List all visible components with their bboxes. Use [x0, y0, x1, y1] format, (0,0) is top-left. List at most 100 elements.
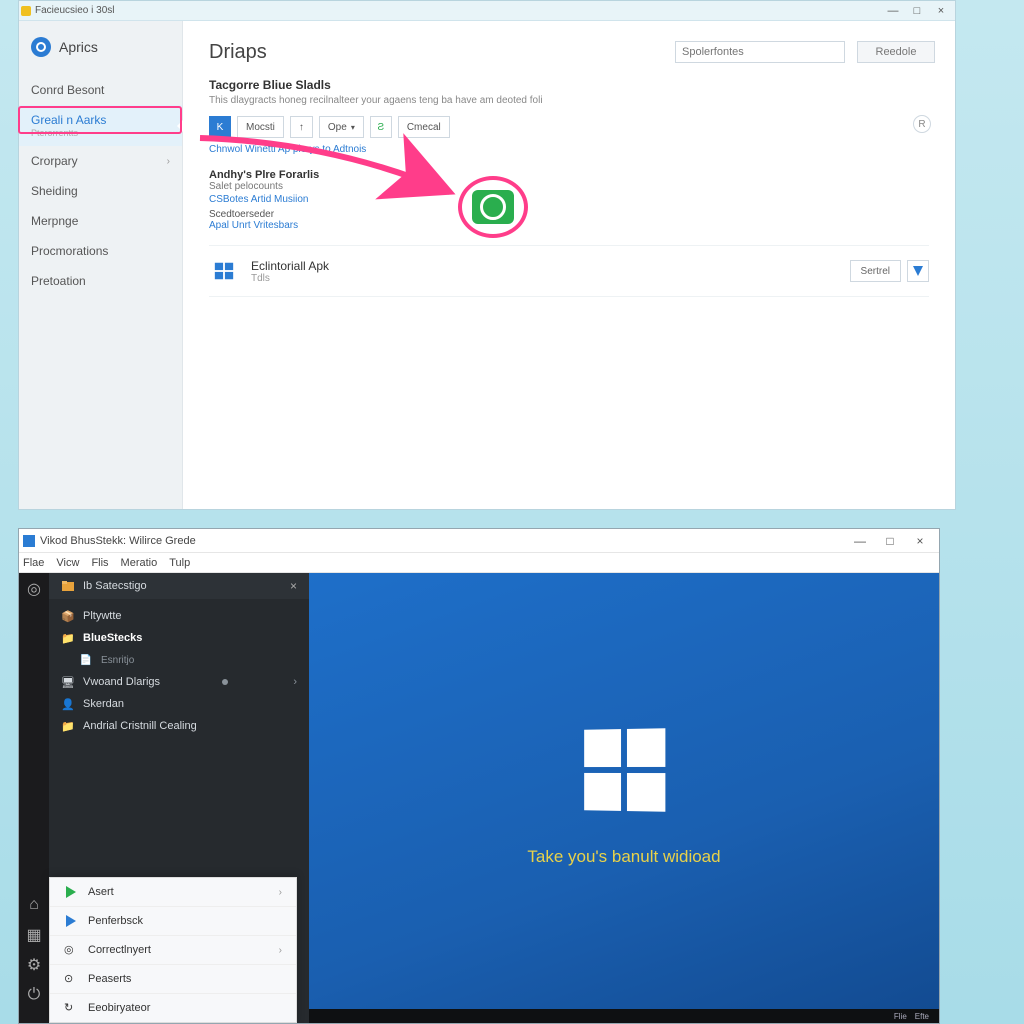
panel-tab[interactable]: Ib Satecstigo × [49, 573, 309, 599]
brand-name: Aprics [59, 39, 98, 55]
start-popup: Asert › Penferbsck ◎ Correctlnyert › ⊙ P… [49, 877, 297, 1023]
tree-item-android[interactable]: 📁 Andrial Cristnill Cealing [49, 715, 309, 737]
main-panel: Driaps Reedole Tacgorre Bliue Sladls Thi… [183, 21, 955, 509]
section-heading: Tacgorre Bliue Sladls [209, 78, 929, 92]
nav-item-0[interactable]: Conrd Besont [19, 75, 182, 105]
side-panel: Ib Satecstigo × 📦 Pltywtte 📁 BlueStecks … [49, 573, 309, 1023]
sub-heading: Andhy's Plre Forarlis [209, 169, 929, 181]
folder-icon2: 📁 [61, 719, 75, 733]
rail-home-icon[interactable]: ⌂ [26, 897, 42, 913]
nav-item-7[interactable]: Pretoation [19, 266, 182, 296]
tree-item-sub[interactable]: 📄 Esnritjo [49, 649, 309, 671]
line-salet: Salet pelocounts [209, 181, 929, 192]
task-text1: Flie [894, 1012, 907, 1021]
circle-icon: ⊙ [64, 972, 78, 986]
minimize-button2[interactable]: — [845, 531, 875, 551]
activity-rail: ◎ ⌂ ▦ ⚙ ⏻ [19, 573, 49, 1023]
chevron-right-icon: › [293, 676, 297, 688]
brand: Aprics [19, 33, 182, 75]
label-sced: Scedtoerseder [209, 209, 929, 220]
app-name: Eclintoriall Apk [251, 259, 329, 273]
section-subtitle: This dlaygracts honeg recilnalteer your … [209, 95, 929, 106]
person-icon: 👤 [61, 697, 75, 711]
info-badge[interactable]: R [913, 115, 931, 133]
start-item-4[interactable]: ↻ Eeobiryateor [50, 994, 296, 1022]
tool-up[interactable]: ↑ [290, 116, 313, 138]
tree-item-skerdan[interactable]: 👤 Skerdan [49, 693, 309, 715]
play-icon2 [64, 914, 78, 928]
chevron-right-icon: › [167, 156, 170, 167]
maximize-button2[interactable]: □ [875, 531, 905, 551]
target-icon: ◎ [64, 943, 78, 957]
tab-folder-icon [61, 579, 75, 593]
doc-icon: 📄 [79, 653, 93, 667]
toolbar: K Mocsti ↑ Ope▾ Ƨ Cmecal [209, 116, 929, 138]
tool-primary[interactable]: K [209, 116, 231, 138]
windows-logo-icon [584, 728, 665, 812]
chevron-right-icon: › [279, 945, 282, 956]
rail-grid-icon[interactable]: ▦ [26, 927, 42, 943]
close-button2[interactable]: × [905, 531, 935, 551]
nav-item-5[interactable]: Merpnge [19, 206, 182, 236]
start-item-2[interactable]: ◎ Correctlnyert › [50, 936, 296, 965]
nav-item-4[interactable]: Sheiding [19, 176, 182, 206]
emulator-window: Vikod BhusStekk: Wilirce Grede — □ × Fla… [18, 528, 940, 1024]
rail-power-icon[interactable]: ⏻ [26, 987, 42, 1003]
tree-item-vwoand[interactable]: 🖥 Vwoand Dlarigs › [49, 671, 309, 693]
search-input[interactable] [675, 41, 845, 63]
tab-label: Ib Satecstigo [83, 580, 147, 592]
start-item-3[interactable]: ⊙ Peaserts [50, 965, 296, 994]
minimize-button[interactable]: — [881, 3, 905, 19]
tab-close-icon[interactable]: × [290, 579, 297, 593]
maximize-button[interactable]: □ [905, 3, 929, 19]
line-apal[interactable]: Apal Unrt Vritesbars [209, 220, 929, 231]
menu-meratio[interactable]: Meratio [121, 557, 158, 569]
start-item-1[interactable]: Penferbsck [50, 907, 296, 936]
taskbar: Flie Efte [309, 1009, 939, 1023]
tree-item-bluestacks[interactable]: 📁 BlueStecks [49, 627, 309, 649]
nav-item-1[interactable]: Greali n AarksPterorrentts [19, 105, 182, 146]
window-title: Facieucsieo i 30sl [35, 5, 114, 16]
status-dot-icon [222, 679, 228, 685]
titlebar: Facieucsieo i 30sl — □ × [19, 1, 955, 21]
menu-file[interactable]: Flae [23, 557, 44, 569]
nav-item-3[interactable]: Crorpary› [19, 146, 182, 176]
brand-logo-icon [31, 37, 51, 57]
settings-window: Facieucsieo i 30sl — □ × Aprics Conrd Be… [18, 0, 956, 510]
titlebar2: Vikod BhusStekk: Wilirce Grede — □ × [19, 529, 939, 553]
link-configure[interactable]: Chnwol Winetti Ap plorys to Adtnois [209, 144, 929, 155]
window-title2: Vikod BhusStekk: Wilirce Grede [40, 535, 196, 547]
tool-ops[interactable]: Ope▾ [319, 116, 364, 138]
start-item-0[interactable]: Asert › [50, 878, 296, 907]
app-meta: Tdls [251, 273, 329, 284]
menu-tulp[interactable]: Tulp [169, 557, 190, 569]
tool-cancel[interactable]: Cmecal [398, 116, 450, 138]
box-icon: 📦 [61, 609, 75, 623]
line-cs[interactable]: CSBotes Artid Musiion [209, 194, 929, 205]
tagline: Take you's banult widioad [527, 847, 720, 867]
tree-item-playstore[interactable]: 📦 Pltywtte [49, 605, 309, 627]
desktop-area: Take you's banult widioad Flie Efte [309, 573, 939, 1023]
folder-icon: 📁 [61, 631, 75, 645]
nav-item-6[interactable]: Procmorations [19, 236, 182, 266]
tool-green[interactable]: Ƨ [370, 116, 392, 138]
app-icon2 [23, 535, 35, 547]
task-text2: Efte [915, 1012, 929, 1021]
menubar: Flae Vicw Flis Meratio Tulp [19, 553, 939, 573]
sidebar: Aprics Conrd Besont Greali n AarksPteror… [19, 21, 183, 509]
menu-view[interactable]: Vicw [56, 557, 79, 569]
app-icon [21, 6, 31, 16]
tool-moods[interactable]: Mocsti [237, 116, 284, 138]
menu-flis[interactable]: Flis [91, 557, 108, 569]
play-icon [64, 885, 78, 899]
restore-button[interactable]: Reedole [857, 41, 935, 63]
close-button[interactable]: × [929, 3, 953, 19]
app-row: Eclintoriall Apk Tdls Sertrel [209, 245, 929, 297]
app-more-button[interactable] [907, 260, 929, 282]
refresh-icon: ↻ [64, 1001, 78, 1015]
app-action-button[interactable]: Sertrel [850, 260, 901, 282]
chevron-right-icon: › [279, 887, 282, 898]
rail-gear-icon[interactable]: ⚙ [26, 957, 42, 973]
monitor-icon: 🖥 [61, 675, 75, 689]
rail-target-icon[interactable]: ◎ [26, 581, 42, 597]
